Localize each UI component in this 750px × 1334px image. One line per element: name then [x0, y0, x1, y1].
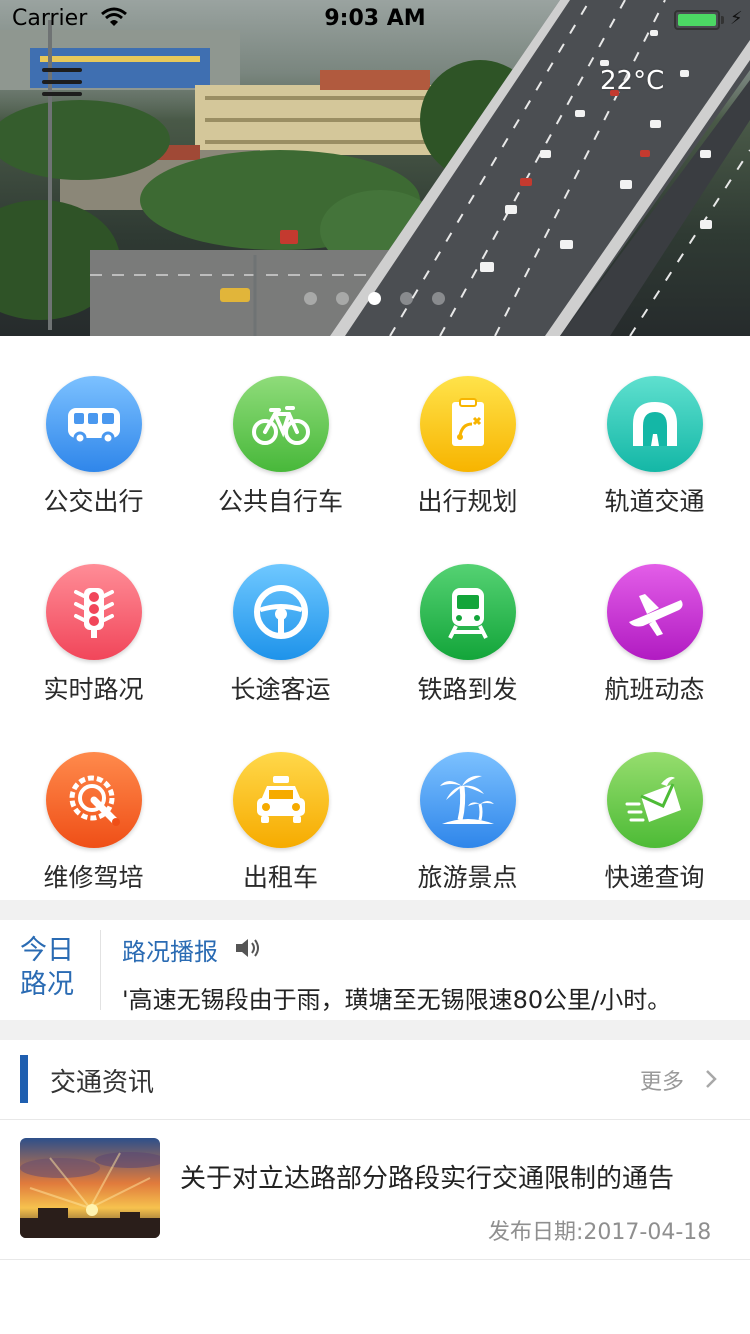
- carousel-dot[interactable]: [336, 292, 349, 305]
- airplane-icon: [607, 564, 703, 660]
- vertical-divider: [100, 930, 101, 1010]
- service-label: 长途客运: [230, 675, 331, 704]
- service-rail-transit[interactable]: 轨道交通: [561, 336, 748, 524]
- service-label: 航班动态: [604, 675, 705, 704]
- section-divider: [0, 900, 750, 920]
- service-tourist-attractions[interactable]: 旅游景点: [374, 712, 561, 900]
- service-public-bike[interactable]: 公共自行车: [187, 336, 374, 524]
- news-date: 发布日期:2017-04-18: [488, 1220, 712, 1245]
- service-label: 轨道交通: [604, 487, 705, 516]
- section-accent-bar: [20, 1055, 28, 1103]
- news-header: 交通资讯 更多: [0, 1040, 750, 1120]
- repair-icon: [46, 752, 142, 848]
- menu-button[interactable]: [42, 68, 82, 98]
- route-plan-icon: [420, 376, 516, 472]
- more-link[interactable]: 更多: [640, 1064, 684, 1096]
- service-label: 公交出行: [43, 487, 144, 516]
- battery-tip: [721, 16, 724, 24]
- palm-tree-icon: [420, 752, 516, 848]
- section-divider: [0, 1020, 750, 1040]
- today-traffic-label: 今日 路况: [20, 935, 74, 1000]
- taxi-icon: [233, 752, 329, 848]
- service-label: 出行规划: [417, 487, 518, 516]
- news-section-title: 交通资讯: [50, 1068, 155, 1098]
- traffic-broadcast[interactable]: 今日 路况 路况播报 '高速无锡段由于雨，璜塘至无锡限速80公里/小时。: [0, 920, 750, 1020]
- service-bus[interactable]: 公交出行: [0, 336, 187, 524]
- status-bar: Carrier 9:03 AM ⚡: [0, 0, 750, 40]
- service-express-tracking[interactable]: 快递查询: [561, 712, 748, 900]
- broadcast-marquee: '高速无锡段由于雨，璜塘至无锡限速80公里/小时。: [122, 986, 672, 1014]
- service-trip-planning[interactable]: 出行规划: [374, 336, 561, 524]
- traffic-light-icon: [46, 564, 142, 660]
- carousel-dot[interactable]: [432, 292, 445, 305]
- hero-banner[interactable]: Carrier 9:03 AM ⚡ 22°C: [0, 0, 750, 336]
- news-thumbnail: [20, 1138, 160, 1238]
- bus-icon: [46, 376, 142, 472]
- chevron-right-icon[interactable]: [704, 1068, 718, 1090]
- battery-icon: [674, 10, 720, 30]
- service-label: 出租车: [242, 863, 318, 892]
- service-label: 铁路到发: [417, 675, 518, 704]
- service-repair-driving-school[interactable]: 维修驾培: [0, 712, 187, 900]
- service-railway-timetable[interactable]: 铁路到发: [374, 524, 561, 712]
- carousel-indicator[interactable]: [300, 292, 450, 306]
- service-label: 实时路况: [43, 675, 144, 704]
- carousel-dot-active[interactable]: [368, 292, 381, 305]
- service-label: 旅游景点: [417, 863, 518, 892]
- service-flight-status[interactable]: 航班动态: [561, 524, 748, 712]
- steering-wheel-icon: [233, 564, 329, 660]
- highway-photo: [0, 0, 750, 336]
- service-label: 维修驾培: [43, 863, 144, 892]
- carousel-dot[interactable]: [400, 292, 413, 305]
- service-label: 快递查询: [604, 863, 705, 892]
- service-taxi[interactable]: 出租车: [187, 712, 374, 900]
- charging-icon: ⚡: [730, 8, 743, 29]
- speaker-icon: [236, 939, 259, 957]
- menu-line: [42, 80, 82, 84]
- service-grid: 公交出行 公共自行车 出行规划 轨道交通 实时路况 长途客运 铁路到发 航班动态…: [0, 336, 750, 900]
- clock: 9:03 AM: [324, 6, 426, 31]
- news-list-item[interactable]: 关于对立达路部分路段实行交通限制的通告 发布日期:2017-04-18: [0, 1120, 750, 1260]
- menu-line: [42, 92, 82, 96]
- bicycle-icon: [233, 376, 329, 472]
- temperature-label: 22°C: [600, 66, 665, 96]
- service-label: 公共自行车: [217, 487, 343, 516]
- service-long-distance-coach[interactable]: 长途客运: [187, 524, 374, 712]
- broadcast-title: 路况播报: [122, 938, 218, 966]
- train-icon: [420, 564, 516, 660]
- news-headline: 关于对立达路部分路段实行交通限制的通告: [180, 1164, 675, 1194]
- express-icon: [607, 752, 703, 848]
- service-live-traffic[interactable]: 实时路况: [0, 524, 187, 712]
- menu-line: [42, 68, 82, 72]
- carousel-dot[interactable]: [304, 292, 317, 305]
- tunnel-icon: [607, 376, 703, 472]
